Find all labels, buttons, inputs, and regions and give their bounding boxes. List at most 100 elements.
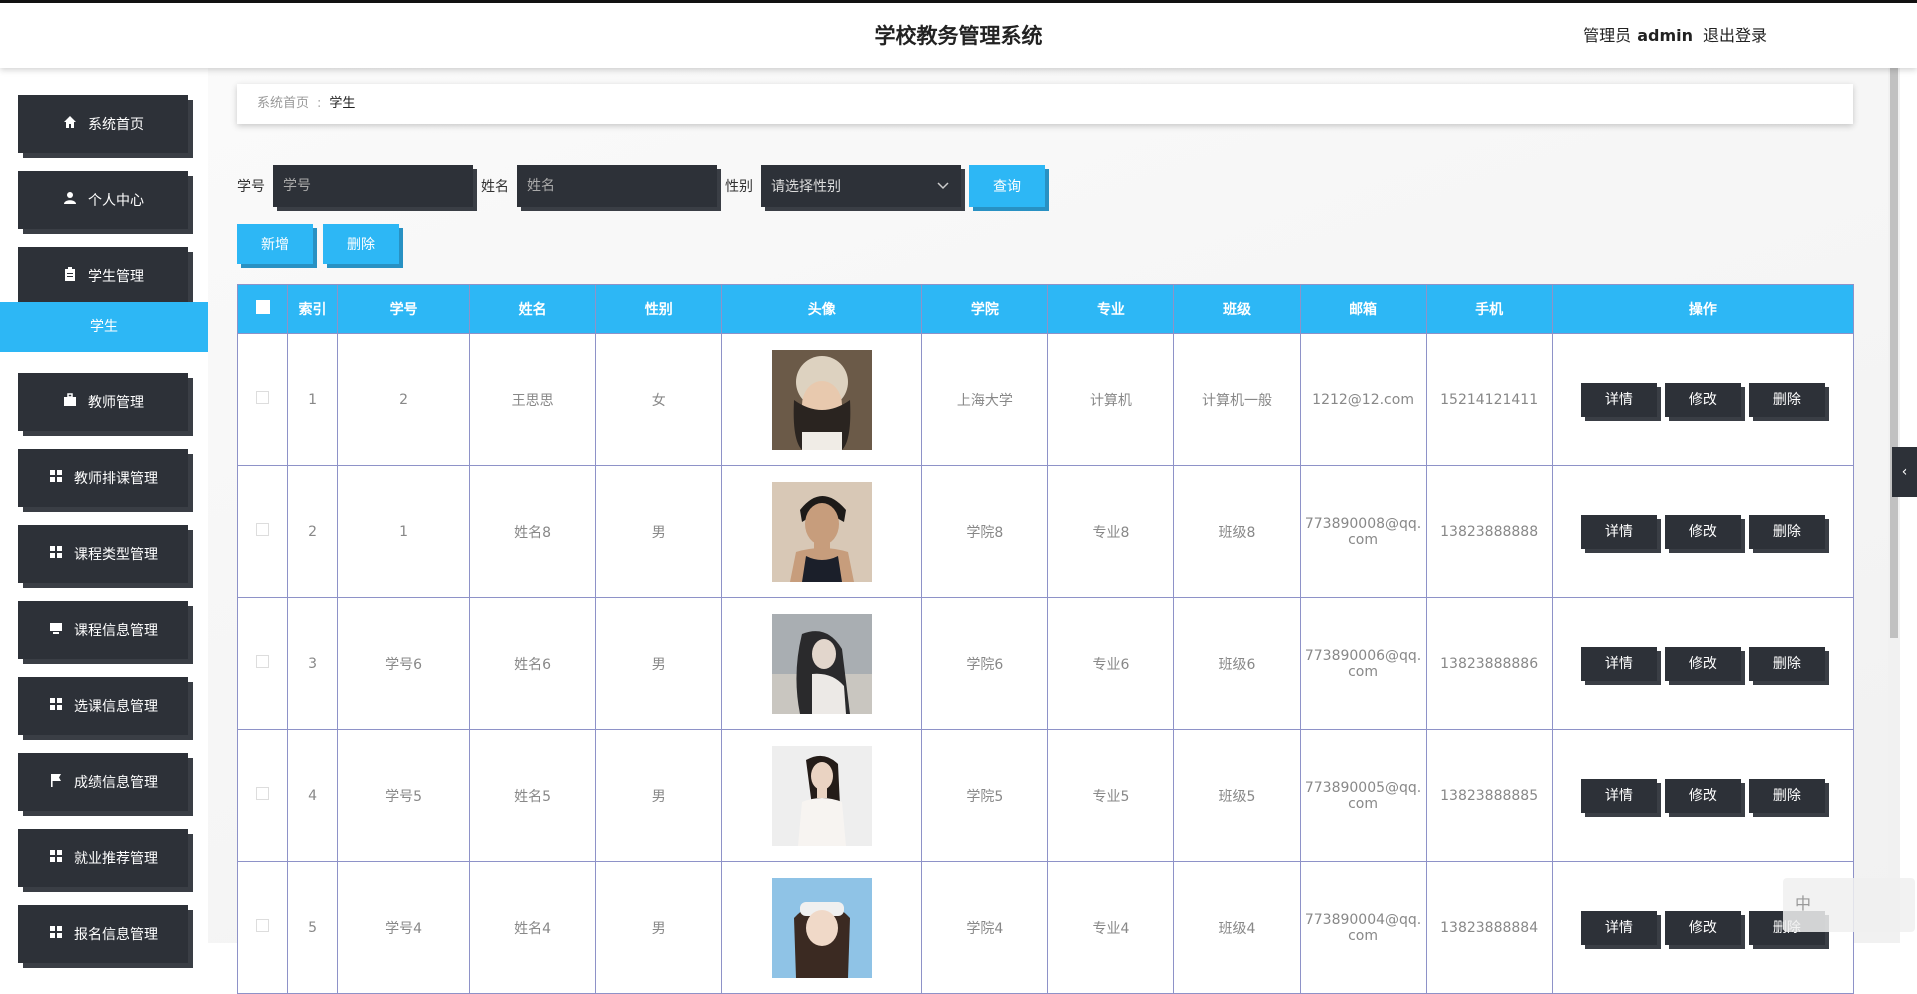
select-all-header[interactable] [236, 284, 289, 334]
cell-xingbie: 男 [595, 465, 723, 598]
avatar [771, 877, 872, 978]
detail-button[interactable]: 详情 [1580, 910, 1657, 945]
row-checkbox[interactable] [256, 523, 269, 536]
cell-email: 773890008@qq.com [1299, 465, 1427, 598]
row-select-cell[interactable] [236, 333, 289, 466]
cell-operation: 详情修改删除 [1551, 597, 1855, 730]
breadcrumb-home[interactable]: 系统首页 [257, 96, 309, 111]
cell-phone: 15214121411 [1425, 333, 1553, 466]
cell-xingming: 姓名8 [469, 465, 597, 598]
delete-button[interactable]: 删除 [1748, 514, 1825, 549]
avatar [771, 745, 872, 846]
sidebar-item-teacher-mgmt[interactable]: 教师管理 [18, 373, 188, 431]
sidebar-item-enroll-mgmt[interactable]: 报名信息管理 [18, 905, 188, 963]
edit-button[interactable]: 修改 [1664, 514, 1741, 549]
row-checkbox[interactable] [256, 391, 269, 404]
clipboard-icon [62, 267, 78, 285]
header-xingbie: 性别 [595, 284, 723, 334]
cell-index: 4 [287, 729, 339, 862]
logout-link[interactable]: 退出登录 [1703, 26, 1767, 45]
user-area: 管理员 admin 退出登录 [1583, 3, 1767, 69]
sidebar-item-profile[interactable]: 个人中心 [18, 171, 188, 229]
breadcrumb-separator: : [317, 96, 322, 111]
edit-button[interactable]: 修改 [1664, 382, 1741, 417]
cell-xingbie: 男 [595, 729, 723, 862]
sidebar-item-label: 系统首页 [88, 117, 144, 133]
sidebar-item-course-info-mgmt[interactable]: 课程信息管理 [18, 601, 188, 659]
xingbie-select-value: 请选择性别 [771, 179, 841, 195]
cell-xuehao: 学号5 [337, 729, 471, 862]
sidebar-item-grade-mgmt[interactable]: 成绩信息管理 [18, 753, 188, 811]
table-row: 3 学号6 姓名6 男 学院6 专业6 班级6 773890006@qq.com… [236, 597, 1855, 730]
row-select-cell[interactable] [236, 861, 289, 994]
row-checkbox[interactable] [256, 919, 269, 932]
grid-icon [48, 545, 64, 563]
cell-banji: 班级5 [1173, 729, 1301, 862]
cell-email: 1212@12.com [1299, 333, 1427, 466]
sidebar-item-label: 就业推荐管理 [74, 851, 158, 867]
sidebar-item-label: 课程信息管理 [74, 623, 158, 639]
xingming-label: 姓名 [481, 179, 509, 195]
cell-banji: 班级6 [1173, 597, 1301, 730]
scrollbar-thumb[interactable] [1890, 68, 1898, 638]
select-all-checkbox[interactable] [255, 300, 270, 314]
header-banji: 班级 [1173, 284, 1301, 334]
cell-avatar [721, 333, 923, 466]
cell-avatar [721, 729, 923, 862]
sidebar-item-student-mgmt[interactable]: 学生管理 [18, 247, 188, 305]
header-operation: 操作 [1551, 284, 1855, 334]
sidebar-item-course-select-mgmt[interactable]: 选课信息管理 [18, 677, 188, 735]
edit-button[interactable]: 修改 [1664, 778, 1741, 813]
grid-icon [48, 925, 64, 943]
vertical-scrollbar[interactable] [1888, 68, 1900, 943]
cell-banji: 计算机一般 [1173, 333, 1301, 466]
edit-button[interactable]: 修改 [1664, 646, 1741, 681]
cell-email: 773890006@qq.com [1299, 597, 1427, 730]
row-checkbox[interactable] [256, 787, 269, 800]
sidebar-subitem-student[interactable]: 学生 [0, 302, 208, 352]
row-checkbox[interactable] [256, 655, 269, 668]
collapse-panel-button[interactable]: ‹ [1892, 447, 1917, 497]
table-row: 2 1 姓名8 男 学院8 专业8 班级8 773890008@qq.com 1… [236, 465, 1855, 598]
sidebar-item-course-type-mgmt[interactable]: 课程类型管理 [18, 525, 188, 583]
sidebar-item-label: 学生管理 [88, 269, 144, 285]
table-row: 5 学号4 姓名4 男 学院4 专业4 班级4 773890004@qq.com… [236, 861, 1855, 994]
ime-indicator: 中 [1783, 878, 1915, 932]
sidebar-item-home[interactable]: 系统首页 [18, 95, 188, 153]
student-table: 索引 学号 姓名 性别 头像 学院 专业 班级 邮箱 手机 操作 1 2 王思思… [236, 284, 1855, 994]
row-select-cell[interactable] [236, 597, 289, 730]
cell-avatar [721, 465, 923, 598]
add-button[interactable]: 新增 [237, 224, 313, 264]
sidebar-item-label: 教师排课管理 [74, 471, 158, 487]
home-icon [62, 115, 78, 133]
cell-xueyuan: 学院8 [921, 465, 1049, 598]
query-button[interactable]: 查询 [969, 165, 1045, 207]
row-select-cell[interactable] [236, 465, 289, 598]
batch-delete-button[interactable]: 删除 [323, 224, 399, 264]
edit-button[interactable]: 修改 [1664, 910, 1741, 945]
delete-button[interactable]: 删除 [1748, 778, 1825, 813]
xingming-input[interactable] [517, 165, 717, 207]
delete-button[interactable]: 删除 [1748, 382, 1825, 417]
header-xueyuan: 学院 [921, 284, 1049, 334]
detail-button[interactable]: 详情 [1580, 514, 1657, 549]
cell-phone: 13823888884 [1425, 861, 1553, 994]
user-role: 管理员 [1583, 26, 1632, 45]
sidebar-item-schedule-mgmt[interactable]: 教师排课管理 [18, 449, 188, 507]
cell-index: 2 [287, 465, 339, 598]
detail-button[interactable]: 详情 [1580, 646, 1657, 681]
header-xingming: 姓名 [469, 284, 597, 334]
detail-button[interactable]: 详情 [1580, 382, 1657, 417]
xingbie-select[interactable]: 请选择性别 [761, 165, 961, 207]
cell-xingming: 王思思 [469, 333, 597, 466]
avatar [771, 481, 872, 582]
delete-button[interactable]: 删除 [1748, 646, 1825, 681]
row-select-cell[interactable] [236, 729, 289, 862]
sidebar-item-employment-mgmt[interactable]: 就业推荐管理 [18, 829, 188, 887]
briefcase-icon [62, 393, 78, 411]
header-email: 邮箱 [1299, 284, 1427, 334]
xuehao-input[interactable] [273, 165, 473, 207]
cell-phone: 13823888886 [1425, 597, 1553, 730]
cell-index: 3 [287, 597, 339, 730]
detail-button[interactable]: 详情 [1580, 778, 1657, 813]
